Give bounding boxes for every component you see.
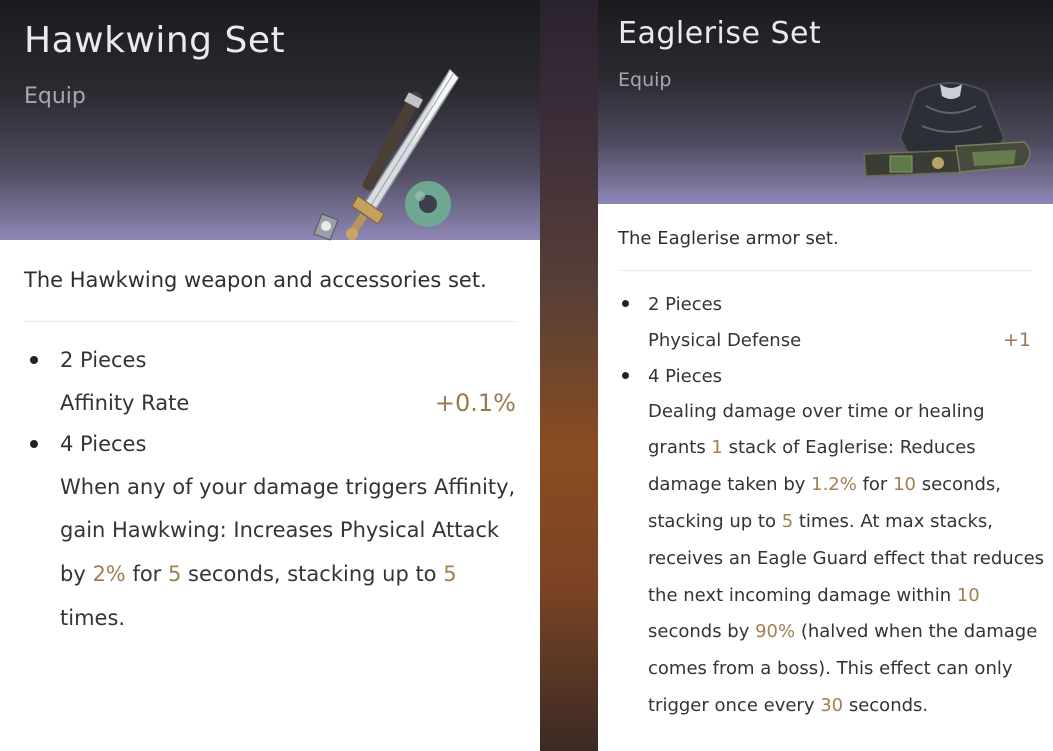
jade-ring-icon [405,181,451,227]
card-header: Eaglerise Set Equip [598,0,1053,204]
highlight-value: 10 [893,474,916,495]
highlight-value: 1 [711,437,723,458]
bullet [30,356,38,364]
highlight-value: 5 [781,511,794,532]
highlight-value: 5 [443,562,457,586]
set-title: Hawkwing Set [24,20,286,61]
effect-line-1: Dealing damage over time or healing [648,401,985,422]
eaglerise-set-card: Eaglerise Set Equip The Eaglerise armor … [598,0,1053,751]
affinity-rate-value: +0.1% [434,389,516,417]
effect-line-4: stacking up to 5 times. At max stacks, [648,511,993,532]
effect-line-5: receives an Eagle Guard effect that redu… [648,548,1045,569]
set-title: Eaglerise Set [618,16,822,51]
effect-line-3: by 2% for 5 seconds, stacking up to 5 [60,562,457,586]
armor-art [863,82,1031,177]
tier-4-pieces-label: 4 Pieces [648,366,723,387]
physical-defense-label: Physical Defense [648,330,802,351]
background-fill [0,648,540,751]
set-description: The Eaglerise armor set. [618,228,839,249]
physical-defense-value: +1 [1002,329,1031,351]
set-subtitle: Equip [618,69,672,91]
hawkwing-set-card: Hawkwing Set Equip The Hawkwing weapon a… [0,0,540,648]
effect-line-1: When any of your damage triggers Affinit… [60,475,516,499]
effect-line-3: damage taken by 1.2% for 10 seconds, [648,474,1001,495]
tier-2-pieces-label: 2 Pieces [648,294,723,315]
divider [618,270,1032,271]
effect-line-6: the next incoming damage within 10 [648,585,980,606]
bullet [622,300,629,307]
highlight-value: 90% [755,621,796,642]
highlight-value: 30 [820,695,844,716]
highlight-value: 5 [168,562,182,586]
effect-line-7: seconds by 90% (halved when the damage [648,621,1038,642]
tier-4-pieces-label: 4 Pieces [60,432,147,456]
set-description: The Hawkwing weapon and accessories set. [24,268,487,292]
affinity-rate-label: Affinity Rate [60,391,190,415]
effect-line-4: times. [60,606,126,630]
card-header: Hawkwing Set Equip [0,0,540,241]
highlight-value: 10 [956,585,980,606]
effect-line-2: gain Hawkwing: Increases Physical Attack [60,518,500,542]
bullet [622,372,629,379]
tier-2-pieces-label: 2 Pieces [60,348,147,372]
highlight-value: 2% [92,562,126,586]
effect-line-2: grants 1 stack of Eaglerise: Reduces [648,437,976,458]
background-strip [538,0,782,751]
effect-line-9: trigger once every 30 seconds. [648,695,929,716]
divider [24,321,518,322]
effect-line-8: comes from a boss). This effect can only [648,658,1013,679]
set-subtitle: Equip [24,84,86,109]
bullet [30,440,38,448]
weapon-art [313,68,459,241]
highlight-value: 1.2% [811,474,857,495]
